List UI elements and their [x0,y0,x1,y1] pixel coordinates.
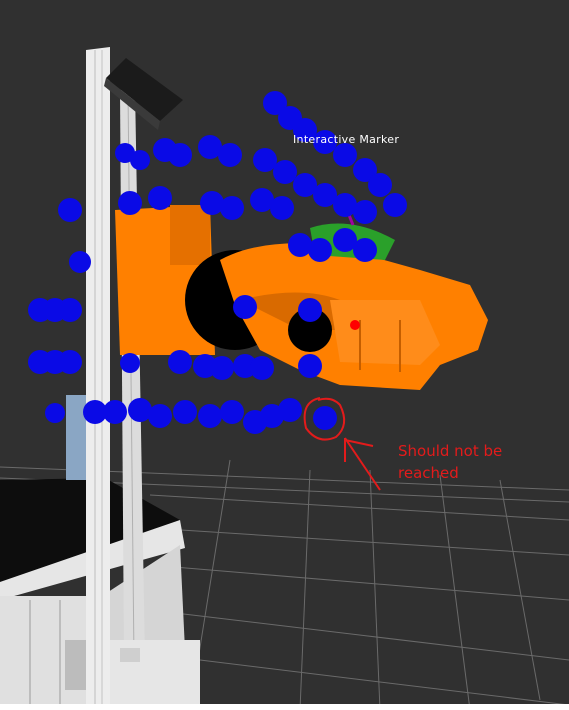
scene-render [0,47,569,710]
annotation-line-2: reached [398,464,459,482]
interactive-marker-label: Interactive Marker [293,133,400,146]
annotation-line-1: Should not be [398,442,503,460]
3d-viewport[interactable]: Interactive Marker Should not be reached [0,0,569,710]
bottom-border [0,704,569,710]
camera [104,58,183,130]
annotation-note: Should not be reached [398,440,563,484]
